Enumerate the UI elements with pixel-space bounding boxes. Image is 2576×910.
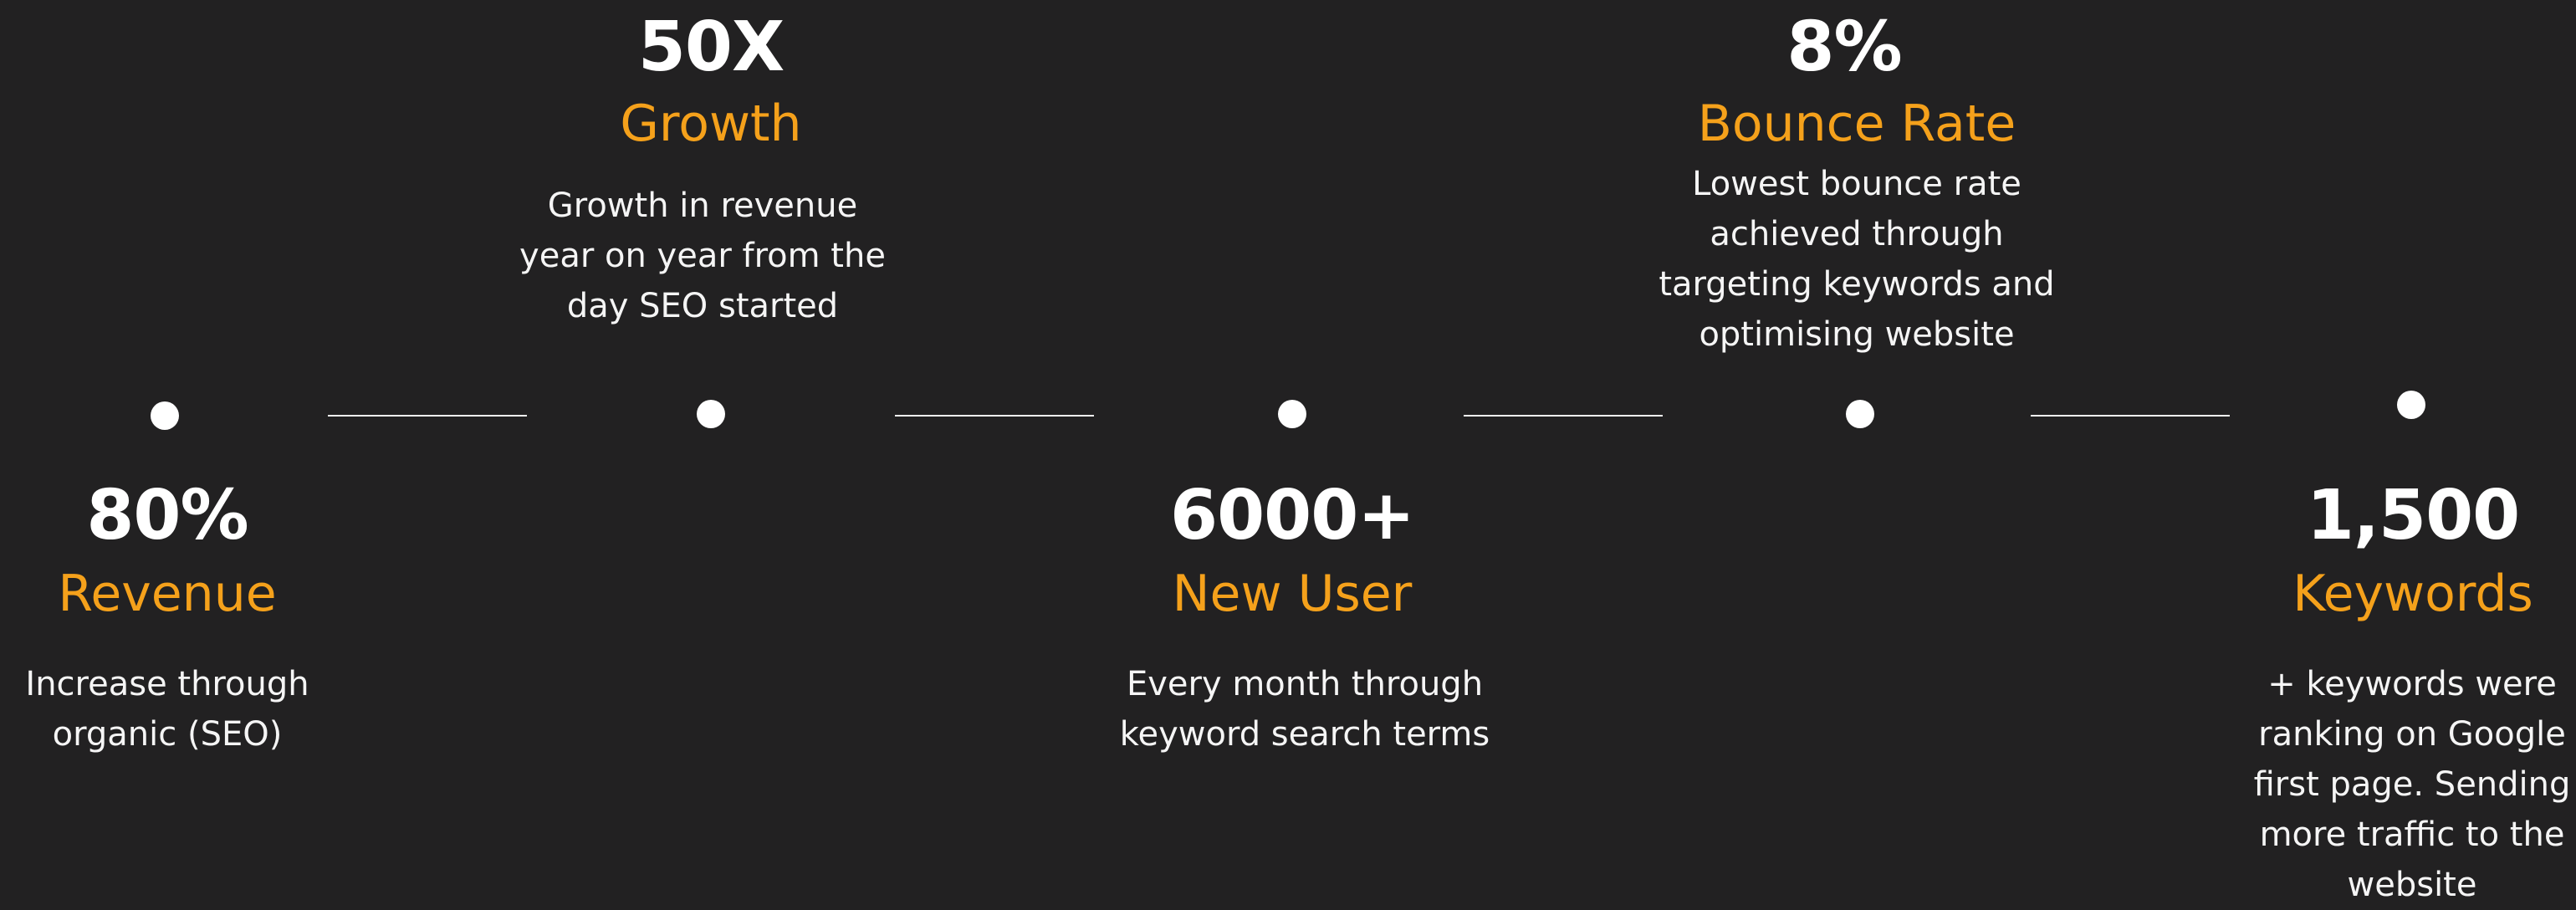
milestone-value-growth: 50X: [637, 8, 785, 87]
timeline-dot-revenue: [151, 401, 179, 430]
description-line: Lowest bounce rate: [1692, 165, 2021, 203]
milestone-value-bounce-rate: 8%: [1786, 8, 1902, 87]
milestone-description-growth: Growth in revenue year on year from the …: [493, 181, 912, 331]
milestone-description-bounce-rate: Lowest bounce rate achieved through targ…: [1623, 159, 2091, 360]
timeline-dot-keywords: [2397, 391, 2425, 419]
timeline-dot-growth: [697, 400, 725, 428]
description-line: achieved through: [1710, 215, 2004, 253]
milestone-label-bounce-rate: Bounce Rate: [1697, 95, 2016, 153]
description-line: targeting keywords and: [1659, 265, 2055, 304]
description-line: day SEO started: [566, 287, 839, 325]
description-line: + keywords were: [2267, 665, 2557, 703]
milestone-value-new-user: 6000+: [1170, 476, 1415, 555]
description-line: Increase through: [25, 665, 309, 703]
timeline-connector: [2031, 415, 2230, 417]
milestone-label-keywords: Keywords: [2292, 565, 2533, 623]
milestone-label-new-user: New User: [1172, 565, 1413, 623]
description-line: Growth in revenue: [547, 187, 858, 225]
milestone-description-keywords: + keywords were ranking on Google first …: [2250, 659, 2574, 910]
timeline-dot-bounce-rate: [1846, 400, 1874, 428]
description-line: ranking on Google: [2258, 715, 2566, 754]
milestone-description-new-user: Every month through keyword search terms: [1087, 659, 1522, 759]
timeline-dot-new-user: [1278, 400, 1306, 428]
milestone-label-growth: Growth: [620, 95, 802, 153]
description-line: more traffic to the: [2259, 815, 2565, 854]
description-line: year on year from the: [519, 237, 886, 275]
milestone-value-keywords: 1,500: [2306, 476, 2520, 555]
seo-results-timeline: 80% Revenue Increase through organic (SE…: [0, 0, 2576, 905]
description-line: optimising website: [1699, 315, 2015, 354]
description-line: keyword search terms: [1119, 715, 1490, 754]
milestone-label-revenue: Revenue: [58, 565, 277, 623]
description-line: organic (SEO): [52, 715, 283, 754]
description-line: website: [2347, 866, 2477, 904]
description-line: first page. Sending: [2253, 765, 2571, 804]
milestone-value-revenue: 80%: [86, 476, 248, 555]
description-line: Every month through: [1126, 665, 1484, 703]
timeline-connector: [1464, 415, 1663, 417]
milestone-description-revenue: Increase through organic (SEO): [0, 659, 335, 759]
timeline-connector: [328, 415, 527, 417]
timeline-connector: [895, 415, 1094, 417]
